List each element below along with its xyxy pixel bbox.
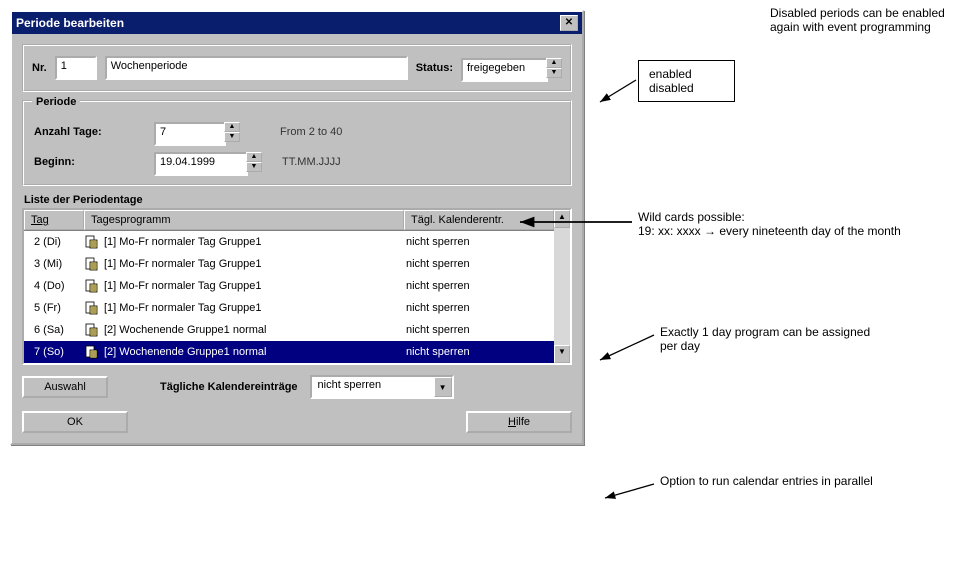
arrows-svg [0,0,968,583]
arrow-dayprogram [600,335,654,360]
arrow-parallel [605,484,654,498]
arrow-enabled [600,80,636,102]
